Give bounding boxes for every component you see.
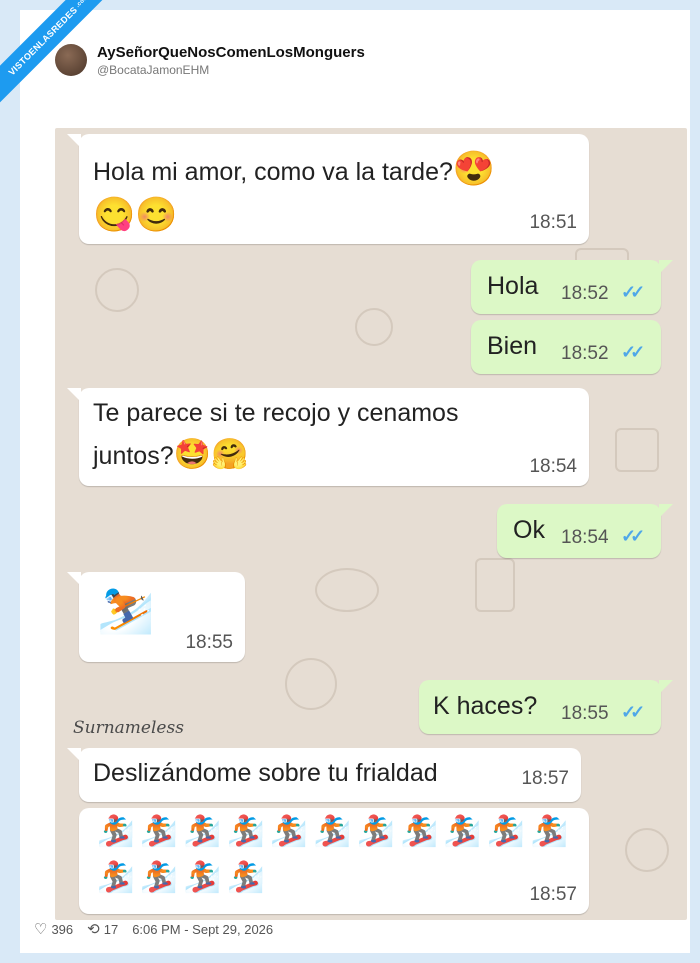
outgoing-message[interactable]: K haces? 18:55 ✓✓ bbox=[419, 680, 673, 734]
watermark: Surnameless bbox=[73, 718, 184, 738]
incoming-message[interactable]: Hola mi amor, como va la tarde?😍 😋😊 18:5… bbox=[67, 134, 589, 244]
tweet-card: AySeñorQueNosComenLosMonguers @BocataJam… bbox=[20, 10, 690, 953]
retweet-count[interactable]: 17 bbox=[104, 922, 118, 937]
outgoing-message[interactable]: Hola 18:52 ✓✓ bbox=[471, 260, 673, 314]
doodle-icon bbox=[95, 268, 139, 312]
incoming-message[interactable]: Deslizándome sobre tu frialdad 18:57 bbox=[67, 748, 581, 802]
message-time: 18:57 bbox=[529, 884, 577, 905]
message-text: Ok bbox=[513, 516, 545, 544]
message-time: 18:51 bbox=[529, 212, 577, 233]
incoming-message[interactable]: 🏂🏂🏂🏂🏂🏂🏂🏂🏂🏂🏂 🏂🏂🏂🏂 18:57 bbox=[79, 808, 589, 914]
like-count[interactable]: 396 bbox=[51, 922, 73, 937]
message-time: 18:54 bbox=[561, 527, 609, 548]
tweet-timestamp[interactable]: 6:06 PM - Sept 29, 2026 bbox=[132, 922, 273, 937]
message-time: 18:52 bbox=[561, 343, 609, 364]
site-ribbon: VISTOENLASREDES .com bbox=[0, 0, 120, 120]
message-text: K haces? bbox=[433, 692, 538, 720]
doodle-icon bbox=[615, 428, 659, 472]
double-check-icon: ✓✓ bbox=[621, 342, 645, 362]
heart-icon[interactable]: ♡ bbox=[34, 920, 47, 938]
outgoing-message[interactable]: Bien 18:52 ✓✓ bbox=[471, 320, 661, 374]
incoming-message[interactable]: Te parece si te recojo y cenamos juntos?… bbox=[67, 388, 589, 486]
double-check-icon: ✓✓ bbox=[621, 526, 645, 546]
message-time: 18:55 bbox=[185, 632, 233, 653]
message-text: Hola bbox=[487, 272, 539, 300]
author-display-name[interactable]: AySeñorQueNosComenLosMonguers bbox=[97, 44, 365, 61]
message-time: 18:54 bbox=[529, 456, 577, 477]
doodle-icon bbox=[315, 568, 379, 612]
retweet-icon[interactable]: ⟲ bbox=[87, 920, 100, 938]
double-check-icon: ✓✓ bbox=[621, 702, 645, 722]
author-handle[interactable]: @BocataJamonEHM bbox=[97, 63, 365, 77]
message-text: Te parece si te recojo y cenamos bbox=[93, 399, 459, 427]
ribbon-suffix: .com bbox=[75, 0, 91, 9]
snowboarder-emoji-icon: 🏂🏂🏂🏂🏂🏂🏂🏂🏂🏂🏂 bbox=[97, 815, 574, 848]
ribbon-text: VISTOENLASREDES bbox=[6, 4, 80, 78]
double-check-icon: ✓✓ bbox=[621, 282, 645, 302]
doodle-icon bbox=[625, 828, 669, 872]
message-text: Bien bbox=[487, 332, 538, 360]
heart-eyes-emoji-icon: 😍 bbox=[452, 150, 496, 188]
incoming-message[interactable]: ⛷️ 18:55 bbox=[67, 572, 245, 662]
doodle-icon bbox=[475, 558, 515, 612]
star-struck-hug-emoji-icon: 🤩🤗 bbox=[173, 438, 249, 471]
doodle-icon bbox=[285, 658, 337, 710]
chat-screenshot: Hola mi amor, como va la tarde?😍 😋😊 18:5… bbox=[55, 128, 687, 920]
tweet-footer: ♡ 396 ⟲ 17 6:06 PM - Sept 29, 2026 bbox=[34, 920, 273, 938]
message-text: Deslizándome sobre tu frialdad bbox=[93, 759, 438, 787]
message-text: Hola mi amor, como va la tarde? bbox=[93, 158, 453, 186]
skier-emoji-icon: ⛷️ bbox=[97, 583, 155, 635]
message-time: 18:55 bbox=[561, 703, 609, 724]
message-text: juntos? bbox=[93, 442, 174, 470]
site-ribbon-label[interactable]: VISTOENLASREDES .com bbox=[0, 0, 119, 105]
yum-smile-emoji-icon: 😋😊 bbox=[93, 196, 178, 234]
message-time: 18:52 bbox=[561, 283, 609, 304]
snowboarder-emoji-icon: 🏂🏂🏂🏂 bbox=[97, 861, 271, 894]
message-time: 18:57 bbox=[521, 768, 569, 789]
outgoing-message[interactable]: Ok 18:54 ✓✓ bbox=[497, 504, 673, 558]
doodle-icon bbox=[355, 308, 393, 346]
